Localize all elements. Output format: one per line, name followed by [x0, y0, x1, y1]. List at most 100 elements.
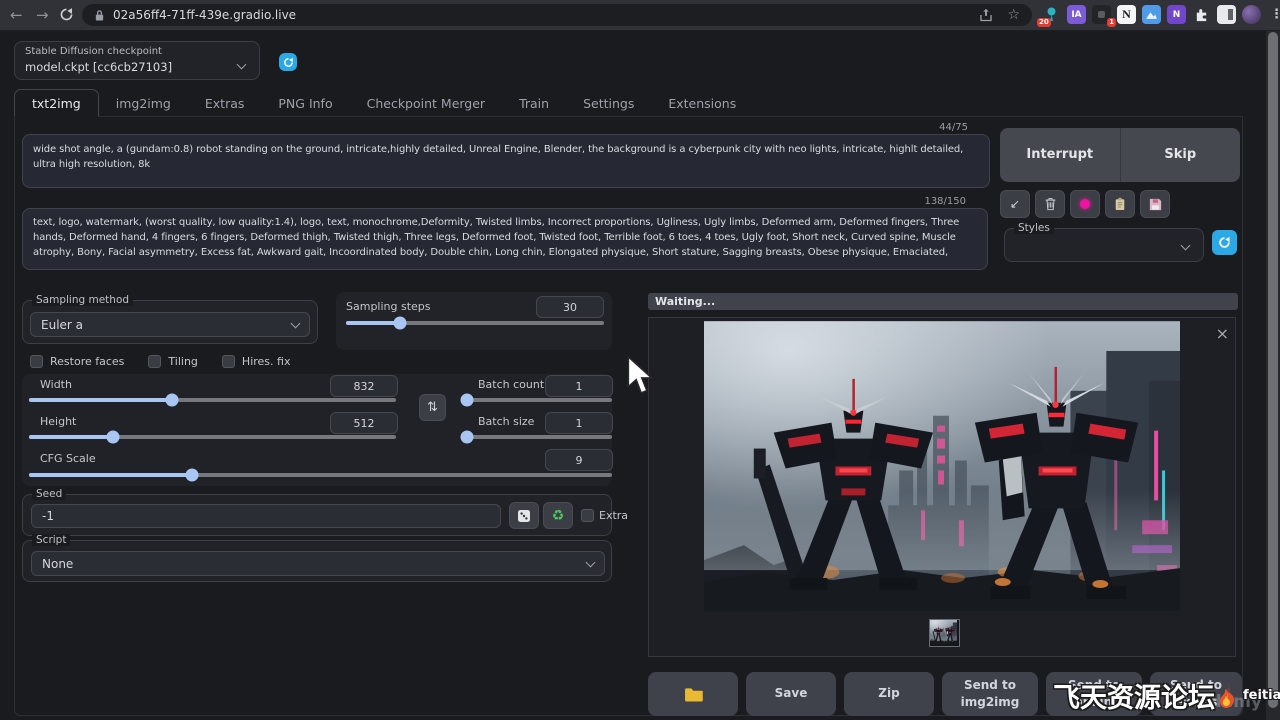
watermark-domain-text: feitianwu7.com [1243, 688, 1280, 703]
chevron-down-icon [237, 60, 247, 70]
address-bar[interactable]: 02a56ff4-71ff-439e.gradio.live ☆ [82, 4, 1032, 26]
tab-checkpoint-merger[interactable]: Checkpoint Merger [350, 89, 502, 117]
prompt-tools-row: ↙ [1000, 190, 1240, 218]
refresh-icon[interactable] [59, 7, 74, 26]
tab-png-info[interactable]: PNG Info [261, 89, 349, 117]
browser-toolbar: ← → 02a56ff4-71ff-439e.gradio.live ☆ 20 … [0, 0, 1280, 31]
tab-txt2img[interactable]: txt2img [14, 89, 99, 117]
tab-extras[interactable]: Extras [188, 89, 262, 117]
ext-sidebar-icon[interactable] [1217, 5, 1236, 24]
batch-size-input[interactable]: 1 [545, 412, 613, 434]
sampling-steps-input[interactable]: 30 [536, 296, 604, 318]
open-folder-button[interactable] [648, 672, 738, 716]
send-to-img2img-label: Send to img2img [960, 677, 1020, 712]
swap-dimensions-button[interactable]: ⇅ [419, 394, 446, 421]
reuse-seed-button[interactable]: ♻ [543, 502, 573, 529]
prompt-input[interactable]: wide shot angle, a (gundam:0.8) robot st… [22, 134, 990, 188]
styles-group: Styles [1004, 228, 1204, 262]
zip-button[interactable]: Zip [844, 672, 934, 716]
sampling-steps-slider[interactable] [346, 321, 604, 325]
script-select[interactable]: None [31, 551, 605, 576]
slider-knob[interactable] [166, 394, 179, 407]
gallery-frame: × [648, 317, 1236, 657]
sampling-method-select[interactable]: Euler a [30, 312, 310, 337]
extensions-puzzle-icon[interactable] [1192, 5, 1211, 24]
styles-refresh-button[interactable] [1212, 230, 1237, 255]
bookmark-star-icon[interactable]: ☆ [1007, 7, 1020, 23]
width-slider[interactable] [29, 398, 396, 402]
mouse-cursor [627, 356, 653, 396]
tiling-checkbox[interactable] [148, 355, 161, 368]
ext-ia-icon[interactable]: IA [1067, 5, 1086, 24]
chevron-down-icon [1181, 241, 1191, 251]
seed-extra-checkbox[interactable] [581, 509, 594, 522]
skip-button[interactable]: Skip [1121, 128, 1241, 182]
profile-avatar[interactable] [1242, 5, 1261, 24]
clear-prompt-button[interactable] [1035, 190, 1065, 218]
forward-icon[interactable]: → [36, 4, 49, 26]
watermark-site-text: 飞天资源论坛 [1053, 676, 1215, 715]
save-style-button[interactable] [1140, 190, 1170, 218]
ext-onenote-icon[interactable]: N [1167, 5, 1186, 24]
chevron-down-icon [586, 557, 596, 567]
width-input[interactable]: 832 [330, 375, 398, 397]
script-value: None [42, 557, 73, 571]
floppy-icon [1149, 198, 1162, 211]
slider-knob[interactable] [107, 431, 120, 444]
cfg-scale-slider[interactable] [29, 473, 612, 477]
batch-count-input[interactable]: 1 [545, 375, 613, 397]
ext-camera-icon[interactable]: 1 [1092, 5, 1111, 24]
extra-networks-button[interactable] [1070, 190, 1100, 218]
batch-size-slider[interactable] [462, 435, 612, 439]
options-row: Restore faces Tiling Hires. fix [22, 350, 290, 372]
sampling-steps-group: Sampling steps 30 [336, 292, 612, 350]
paste-params-button[interactable]: ↙ [1000, 190, 1030, 218]
tab-img2img[interactable]: img2img [99, 89, 188, 117]
ext-pin-icon[interactable]: 20 [1042, 5, 1061, 24]
batch-count-slider[interactable] [462, 398, 612, 402]
slider-fill [29, 473, 192, 477]
styles-select[interactable] [1009, 235, 1199, 259]
negative-prompt-block: 138/150 text, logo, watermark, (worst qu… [22, 196, 988, 276]
prompt-token-counter: 44/75 [939, 122, 968, 133]
tab-settings[interactable]: Settings [566, 89, 651, 117]
slider-fill [29, 435, 113, 439]
close-gallery-icon[interactable]: × [1216, 326, 1229, 342]
seed-input[interactable]: -1 [31, 504, 501, 528]
save-button[interactable]: Save [746, 672, 836, 716]
negative-prompt-input[interactable]: text, logo, watermark, (worst quality, l… [22, 208, 988, 270]
send-to-img2img-button[interactable]: Send to img2img [942, 672, 1038, 716]
share-icon[interactable] [979, 8, 993, 22]
hires-fix-checkbox[interactable] [222, 355, 235, 368]
apply-styles-button[interactable] [1105, 190, 1135, 218]
checkpoint-dropdown[interactable]: Stable Diffusion checkpoint model.ckpt [… [14, 41, 260, 80]
tab-extensions[interactable]: Extensions [651, 89, 753, 117]
interrupt-button[interactable]: Interrupt [1000, 128, 1120, 182]
cfg-scale-input[interactable]: 9 [545, 449, 613, 471]
ext-notion-icon[interactable]: N [1117, 5, 1136, 24]
sampling-steps-label: Sampling steps [346, 300, 431, 313]
height-slider[interactable] [29, 435, 396, 439]
swap-icon: ⇅ [427, 400, 438, 415]
random-seed-button[interactable] [509, 502, 539, 529]
tab-train[interactable]: Train [502, 89, 566, 117]
slider-knob[interactable] [394, 317, 407, 330]
generated-image[interactable] [704, 321, 1180, 612]
height-label: Height [40, 415, 76, 428]
slider-knob[interactable] [186, 469, 199, 482]
browser-menu-icon[interactable]: ⋮ [1267, 7, 1280, 22]
scrollbar-thumb[interactable] [1268, 32, 1278, 708]
extra-networks-icon [1080, 199, 1090, 209]
ext-screenshot-icon[interactable] [1142, 5, 1161, 24]
seed-label: Seed [32, 488, 66, 500]
gallery-thumbnail[interactable] [929, 619, 960, 647]
progress-status: Waiting... [655, 295, 715, 308]
height-input[interactable]: 512 [330, 412, 398, 434]
slider-knob[interactable] [460, 431, 473, 444]
url-text: 02a56ff4-71ff-439e.gradio.live [113, 8, 296, 22]
page-scrollbar[interactable] [1266, 30, 1280, 720]
restore-faces-checkbox[interactable] [30, 355, 43, 368]
checkpoint-refresh-button[interactable] [279, 53, 297, 71]
back-icon[interactable]: ← [10, 4, 23, 26]
slider-knob[interactable] [460, 394, 473, 407]
